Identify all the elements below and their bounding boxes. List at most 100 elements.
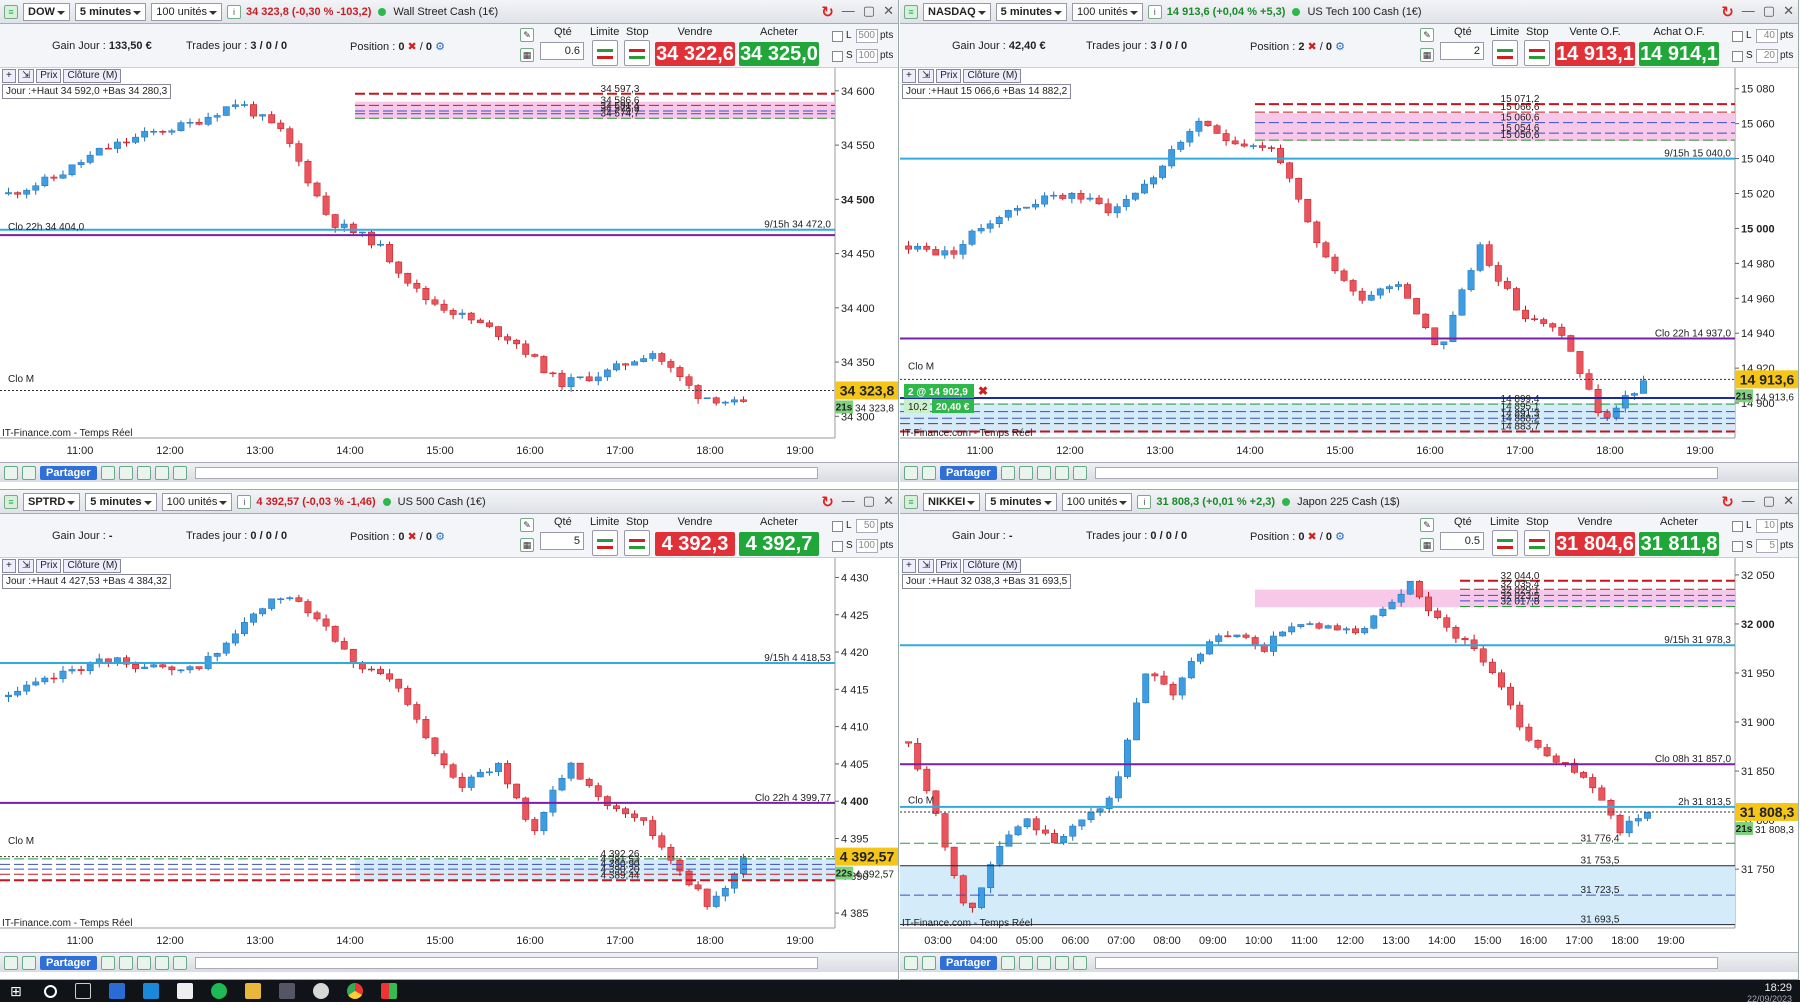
instrument-icon[interactable]: ≡ [4,5,18,19]
instrument-select[interactable]: NASDAQ [923,3,991,21]
price-mode-button[interactable]: Prix [36,69,62,83]
instrument-icon[interactable]: ≡ [4,495,18,509]
alert-icon[interactable] [172,465,187,480]
refresh-icon[interactable]: ↻ [1721,3,1734,21]
price-mode-button[interactable]: Prix [936,559,962,573]
short-pts-input[interactable]: 20 [1756,49,1778,63]
draw-tool-icon[interactable] [904,955,918,970]
close-mode-button[interactable]: Clôture (M) [963,69,1022,83]
price-mode-button[interactable]: Prix [36,559,62,573]
close-mode-button[interactable]: Clôture (M) [63,69,122,83]
template-icon[interactable] [1018,465,1033,480]
calculator-app-icon[interactable] [279,983,295,999]
folder-app-icon[interactable] [245,983,261,999]
units-select[interactable]: 100 unités [1061,493,1133,511]
time-scrollbar[interactable] [1094,956,1718,969]
time-scrollbar[interactable] [194,956,818,969]
cursor-tool-button[interactable]: ⇲ [917,69,935,83]
timeframe-select[interactable]: 5 minutes [995,3,1068,21]
short-checkbox[interactable] [832,51,843,62]
alert-icon[interactable] [1072,465,1087,480]
units-select[interactable]: 100 unités [1072,3,1143,21]
minimize-icon[interactable]: — [842,3,855,21]
calculator-icon[interactable]: ▦ [1420,538,1434,552]
share-button[interactable]: Partager [40,955,97,970]
add-chart-button[interactable]: + [902,559,916,573]
time-scrollbar[interactable] [1094,466,1718,479]
short-checkbox[interactable] [832,541,843,552]
units-select[interactable]: 100 unités [161,493,233,511]
stop-order-button[interactable] [1524,530,1550,556]
long-pts-input[interactable]: 40 [1756,29,1778,43]
stop-order-button[interactable] [1524,40,1550,66]
explorer-app-icon[interactable] [143,983,159,999]
price-chart[interactable]: 15 071,215 066,615 060,615 054,615 050,6… [900,68,1799,460]
chrome-app-icon[interactable] [347,983,363,999]
sell-button[interactable]: 4 392,3 [655,532,735,556]
add-chart-button[interactable]: + [2,69,16,83]
add-chart-button[interactable]: + [2,559,16,573]
instrument-select[interactable]: SPTRD [23,493,81,511]
stop-order-button[interactable] [624,530,650,556]
grid-icon[interactable] [1036,465,1051,480]
instrument-select[interactable]: DOW [23,3,70,21]
search-icon[interactable] [44,984,57,998]
indicator-icon[interactable] [922,465,936,480]
short-pts-input[interactable]: 100 [856,539,878,553]
qty-input[interactable]: 2 [1440,42,1484,60]
buy-button[interactable]: 31 811,8 [1639,532,1719,556]
alert-icon[interactable] [172,955,187,970]
export-icon[interactable] [154,955,169,970]
windows-start-icon[interactable]: ⊞ [10,983,26,999]
short-pts-input[interactable]: 100 [856,49,878,63]
template-icon[interactable] [1018,955,1033,970]
refresh-icon[interactable]: ↻ [821,3,834,21]
instrument-icon[interactable]: ≡ [904,5,918,19]
maximize-icon[interactable]: ▢ [863,493,875,511]
grid-icon[interactable] [136,465,151,480]
layout-icon[interactable] [100,955,115,970]
timeframe-select[interactable]: 5 minutes [85,493,157,511]
short-checkbox[interactable] [1732,541,1743,552]
template-icon[interactable] [118,465,133,480]
price-mode-button[interactable]: Prix [936,69,962,83]
price-chart[interactable]: 32 044,032 035,432 029,132 023,532 017,8… [900,558,1799,950]
cursor-tool-button[interactable]: ⇲ [17,559,35,573]
layout-icon[interactable] [1000,955,1015,970]
stop-order-button[interactable] [624,40,650,66]
close-icon[interactable]: ✕ [883,3,894,21]
draw-tool-icon[interactable] [904,465,918,480]
draw-tool-icon[interactable] [4,955,18,970]
long-pts-input[interactable]: 50 [856,519,878,533]
short-pts-input[interactable]: 5 [1756,539,1778,553]
trading-app-icon[interactable] [313,983,329,999]
limit-order-button[interactable] [1492,530,1518,556]
maximize-icon[interactable]: ▢ [1763,3,1775,21]
maximize-icon[interactable]: ▢ [863,3,875,21]
layout-icon[interactable] [100,465,115,480]
sell-button[interactable]: 14 913,1 [1555,42,1635,66]
share-button[interactable]: Partager [940,955,997,970]
minimize-icon[interactable]: — [1742,3,1755,21]
info-icon[interactable]: i [1147,5,1162,19]
info-icon[interactable]: i [237,495,252,509]
layout-icon[interactable] [1000,465,1015,480]
limit-order-button[interactable] [592,40,618,66]
buy-button[interactable]: 4 392,7 [739,532,819,556]
price-chart[interactable]: 34 597,334 586,634 581,434 578,934 574,7… [0,68,899,460]
spotify-app-icon[interactable] [211,983,227,999]
wrench-icon[interactable]: ✎ [520,28,534,42]
cursor-tool-button[interactable]: ⇲ [17,69,35,83]
files-app-icon[interactable] [177,983,193,999]
indicator-icon[interactable] [22,955,36,970]
export-icon[interactable] [154,465,169,480]
calculator-icon[interactable]: ▦ [520,48,534,62]
indicator-icon[interactable] [22,465,36,480]
refresh-icon[interactable]: ↻ [821,493,834,511]
instrument-select[interactable]: NIKKEI [923,493,981,511]
task-view-icon[interactable] [75,983,91,999]
outlook-app-icon[interactable] [109,983,125,999]
long-checkbox[interactable] [832,521,843,532]
draw-tool-icon[interactable] [4,465,18,480]
calculator-icon[interactable]: ▦ [520,538,534,552]
